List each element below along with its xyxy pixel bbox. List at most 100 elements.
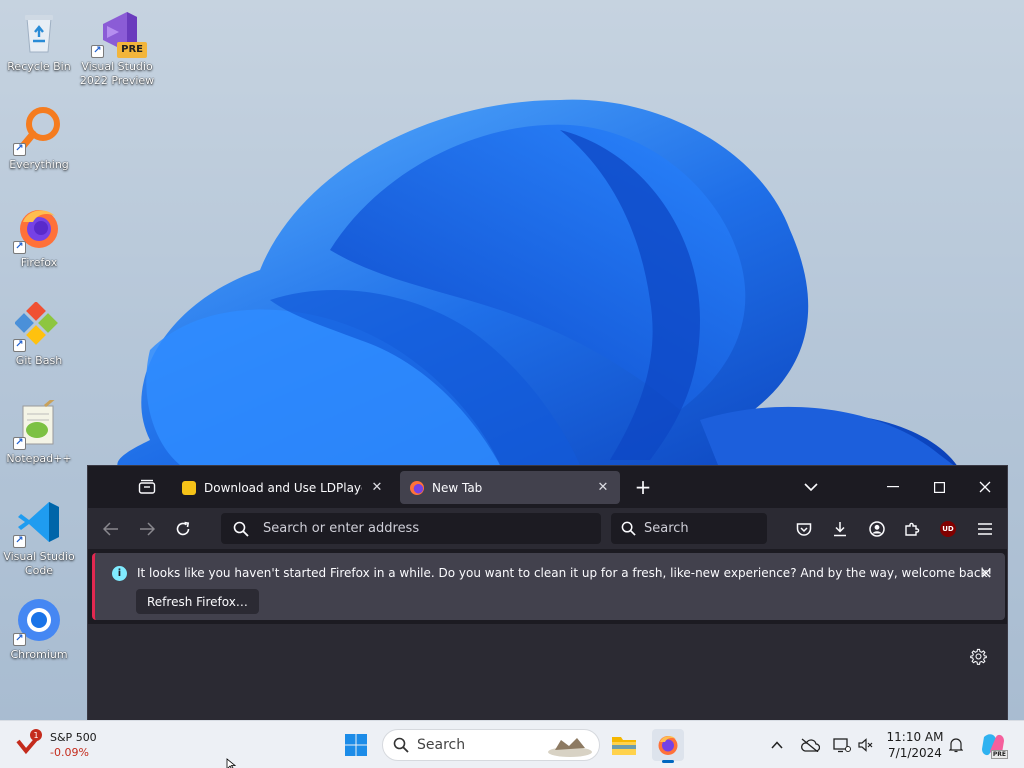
shortcut-arrow-icon: ↗ — [13, 437, 26, 450]
nav-bar: Search or enter address Search UD — [88, 508, 1007, 549]
firefox-taskbar-button[interactable] — [652, 729, 684, 763]
minimize-button[interactable] — [878, 474, 908, 500]
stock-widget[interactable]: 1 S&P 500 -0.09% — [14, 727, 110, 763]
puzzle-icon — [905, 522, 920, 536]
shortcut-arrow-icon: ↗ — [13, 535, 26, 548]
tab-title: Download and Use LDPlayer on — [204, 480, 362, 495]
account-button[interactable] — [864, 517, 890, 541]
bell-icon — [949, 738, 963, 753]
new-tab-page — [88, 624, 1007, 721]
arrow-right-icon — [140, 522, 155, 536]
list-all-tabs-button[interactable] — [798, 476, 824, 498]
firefox-window[interactable]: Download and Use LDPlayer on ✕ New Tab ✕… — [87, 465, 1008, 721]
minimize-icon — [887, 486, 899, 488]
ublock-origin-icon: UD — [940, 521, 956, 537]
forward-button[interactable] — [134, 517, 160, 541]
widget-badge: 1 — [30, 729, 42, 741]
shortcut-arrow-icon: ↗ — [91, 45, 104, 58]
desktop-icon-vscode[interactable]: ↗ Visual Studio Code — [0, 498, 78, 578]
cloud-offline-icon — [801, 738, 820, 752]
shortcut-arrow-icon: ↗ — [13, 633, 26, 646]
close-icon — [979, 481, 991, 493]
desktop-icon-git-bash[interactable]: ↗ Git Bash — [0, 302, 78, 368]
desktop-icon-label: Git Bash — [15, 354, 63, 367]
volume-button[interactable] — [855, 733, 877, 757]
notification-message: It looks like you haven't started Firefo… — [137, 566, 993, 580]
network-button[interactable] — [830, 733, 854, 757]
firefox-icon: ↗ — [13, 204, 63, 254]
show-hidden-icons-button[interactable] — [766, 733, 788, 757]
copilot-button[interactable]: PRE — [976, 729, 1010, 761]
maximize-button[interactable] — [924, 474, 954, 500]
notepad-plus-plus-icon: ↗ — [13, 400, 63, 450]
desktop-icon-visual-studio-preview[interactable]: ↗ PRE Visual Studio 2022 Preview — [78, 8, 156, 88]
tab-close-button[interactable]: ✕ — [370, 480, 384, 495]
windows-logo-icon — [345, 734, 367, 756]
account-icon — [869, 521, 885, 537]
downloads-button[interactable] — [827, 517, 853, 541]
search-bar[interactable]: Search — [611, 513, 767, 544]
vscode-icon: ↗ — [13, 498, 63, 548]
reload-button[interactable] — [170, 517, 196, 541]
desktop-icon-firefox[interactable]: ↗ Firefox — [0, 204, 78, 270]
reload-icon — [176, 521, 190, 536]
clock-time: 11:10 AM — [886, 730, 944, 744]
tab-ldplayer[interactable]: Download and Use LDPlayer on ✕ — [172, 471, 394, 504]
app-menu-button[interactable] — [972, 517, 998, 541]
start-button[interactable] — [340, 729, 372, 761]
stock-name: S&P 500 — [50, 731, 97, 744]
chromium-icon: ↗ — [13, 596, 63, 646]
desktop-icon-label: Visual Studio 2022 Preview — [79, 60, 155, 87]
desktop-icon-everything[interactable]: ↗ Everything — [0, 106, 78, 172]
url-bar[interactable]: Search or enter address — [221, 513, 601, 544]
firefox-view-button[interactable] — [134, 476, 160, 498]
refresh-firefox-button[interactable]: Refresh Firefox… — [136, 589, 259, 614]
desktop-icon-recycle-bin[interactable]: Recycle Bin — [0, 8, 78, 74]
plus-icon: + — [634, 475, 652, 499]
stock-down-icon: 1 — [14, 729, 42, 759]
taskbar-search[interactable]: Search — [382, 729, 600, 761]
chevron-up-icon — [771, 741, 783, 749]
info-icon: i — [112, 566, 127, 581]
preview-badge: PRE — [117, 42, 147, 58]
notifications-button[interactable] — [944, 733, 968, 757]
tab-new-tab[interactable]: New Tab ✕ — [400, 471, 620, 504]
chevron-down-icon — [804, 482, 818, 491]
network-icon — [833, 738, 851, 753]
close-window-button[interactable] — [970, 474, 1000, 500]
git-bash-icon: ↗ — [13, 302, 63, 352]
desktop-icon-notepad-plus-plus[interactable]: ↗ Notepad++ — [0, 400, 78, 466]
pocket-button[interactable] — [791, 517, 817, 541]
search-placeholder: Search — [644, 521, 689, 536]
onedrive-button[interactable] — [798, 733, 822, 757]
ldplayer-favicon — [182, 480, 196, 495]
maximize-icon — [933, 481, 945, 493]
clock[interactable]: 11:10 AM 7/1/2024 — [878, 729, 952, 761]
shortcut-arrow-icon: ↗ — [13, 241, 26, 254]
desktop-icon-chromium[interactable]: ↗ Chromium — [0, 596, 78, 662]
desktop-icon-label: Everything — [9, 158, 69, 171]
desktop-icon-label: Recycle Bin — [7, 60, 71, 73]
tab-bar: Download and Use LDPlayer on ✕ New Tab ✕… — [88, 466, 1007, 508]
extensions-button[interactable] — [899, 517, 925, 541]
hamburger-menu-icon — [978, 523, 992, 535]
desktop-icon-label: Visual Studio Code — [3, 550, 75, 577]
tab-close-button[interactable]: ✕ — [596, 480, 610, 495]
desktop-icon-label: Notepad++ — [6, 452, 72, 465]
shortcut-arrow-icon: ↗ — [13, 143, 26, 156]
arrow-left-icon — [103, 522, 118, 536]
back-button[interactable] — [98, 517, 124, 541]
folder-icon — [612, 737, 636, 755]
download-icon — [834, 522, 846, 537]
copilot-badge: PRE — [990, 750, 1008, 759]
new-tab-settings-button[interactable] — [966, 644, 990, 668]
firefox-icon — [658, 736, 678, 755]
notification-close-button[interactable] — [975, 562, 997, 584]
new-tab-button[interactable]: + — [630, 475, 656, 499]
speaker-muted-icon — [858, 738, 873, 752]
ublock-origin-button[interactable]: UD — [935, 517, 961, 541]
mouse-cursor-icon — [226, 758, 236, 768]
file-explorer-button[interactable] — [608, 729, 640, 761]
search-icon — [393, 737, 409, 753]
url-placeholder: Search or enter address — [263, 521, 420, 536]
